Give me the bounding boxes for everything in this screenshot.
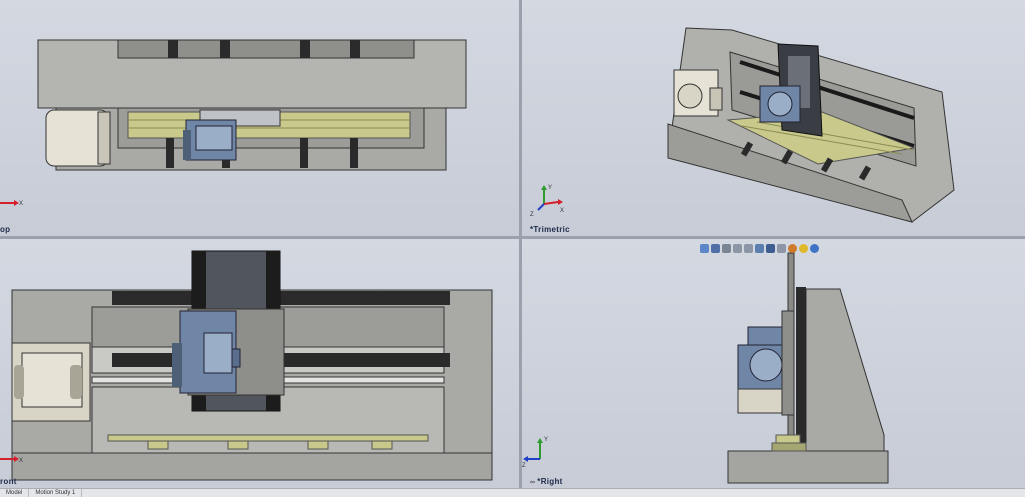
section-view-icon[interactable] — [755, 243, 764, 253]
viewport-top[interactable]: X op — [0, 0, 519, 236]
front-view-drawing — [11, 250, 493, 481]
axis-triad-front: X — [0, 456, 23, 464]
apply-scene-icon[interactable] — [799, 243, 808, 253]
viewport-label-right: ∞ *Right — [530, 477, 563, 486]
axis-z-label: Z — [522, 463, 526, 469]
axis-x-label: X — [19, 458, 23, 464]
view-settings-icon[interactable] — [810, 243, 819, 253]
viewport-label-front: ront — [0, 477, 17, 486]
right-view-drawing — [727, 252, 889, 484]
viewport-right[interactable]: Y Z ∞ *Right — [522, 239, 1025, 488]
link-icon: ∞ — [530, 479, 536, 486]
viewport-label-right-text: *Right — [537, 477, 563, 486]
axis-triad-top: X — [0, 200, 23, 207]
axis-triad-trimetric: Y X Z — [530, 185, 564, 218]
zoom-area-icon[interactable] — [733, 243, 742, 253]
hide-show-icon[interactable] — [777, 243, 786, 253]
edit-appearance-icon[interactable] — [788, 243, 797, 253]
top-view-drawing — [37, 39, 467, 171]
axis-x-label: X — [19, 201, 23, 207]
axis-z-label: Z — [530, 212, 534, 218]
viewport-front[interactable]: X ront — [0, 239, 519, 488]
zoom-in-out-icon[interactable] — [744, 243, 753, 253]
viewport-splitter-horizontal[interactable] — [0, 236, 1025, 239]
axis-y-label: Y — [548, 185, 552, 191]
axis-y-label: Y — [544, 437, 548, 443]
axis-x-label: X — [560, 208, 564, 214]
viewport-label-trimetric: *Trimetric — [530, 225, 570, 234]
view-orientation-icon[interactable] — [700, 243, 709, 253]
heads-up-view-toolbar — [700, 242, 819, 254]
viewport-trimetric[interactable]: Y X Z *Trimetric — [522, 0, 1025, 236]
viewport-splitter-vertical[interactable] — [519, 0, 522, 488]
zoom-fit-icon[interactable] — [711, 243, 720, 253]
trimetric-view-drawing — [667, 27, 955, 223]
rotate-icon[interactable] — [722, 243, 731, 253]
axis-triad-right: Y Z — [522, 437, 548, 469]
viewport-label-top: op — [0, 225, 11, 234]
display-style-icon[interactable] — [766, 243, 775, 253]
